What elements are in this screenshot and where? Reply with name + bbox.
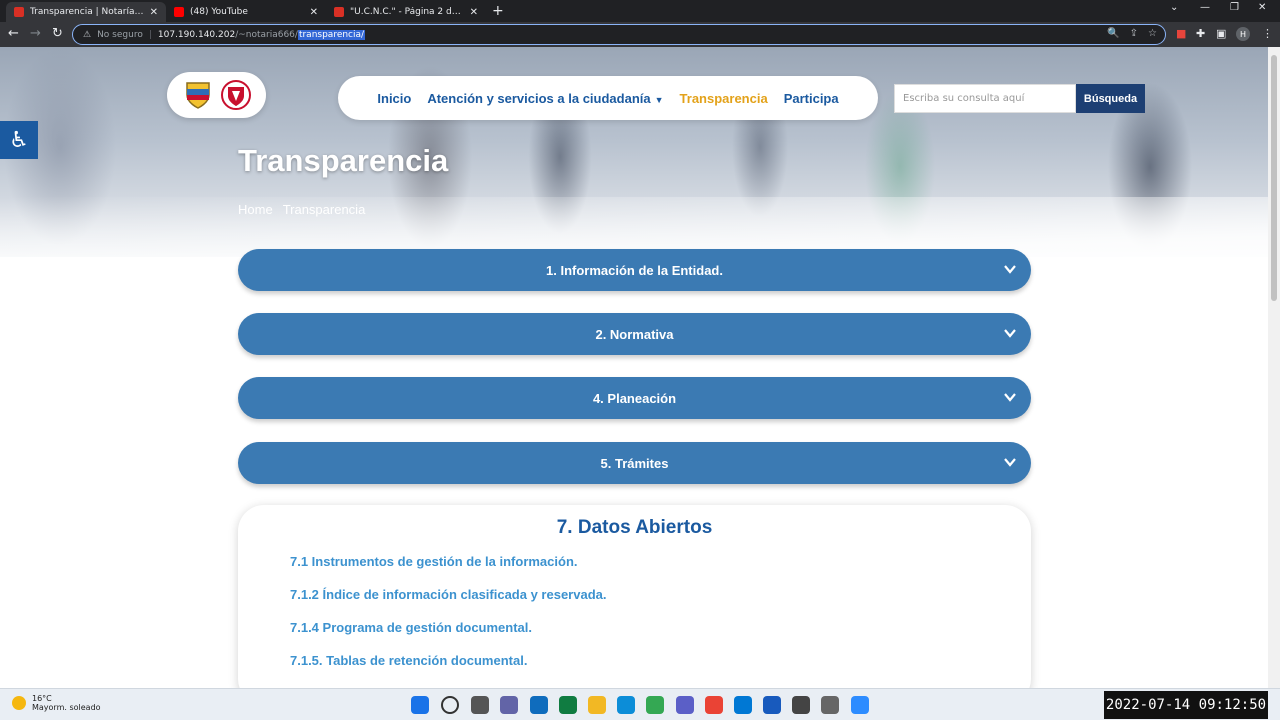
task-view-icon[interactable] [471,696,489,714]
start-icon[interactable] [411,696,429,714]
search-icon[interactable] [441,696,459,714]
notaria-favicon-icon [14,7,24,17]
accordion-tramites[interactable]: 5. Trámites [238,442,1031,484]
weather-widget[interactable]: 16°C Mayorm. soleado [12,694,101,712]
accordion-normativa[interactable]: 2. Normativa [238,313,1031,355]
divider: | [148,29,152,40]
zoom-icon[interactable]: 🔍 [1107,28,1119,39]
accordion-label: 4. Planeación [592,390,677,406]
edge-icon[interactable] [617,696,635,714]
accordion-informacion-entidad[interactable]: 1. Información de la Entidad. [238,249,1031,291]
extension-icon[interactable]: ■ [1176,27,1186,40]
search-input[interactable]: Escriba su consulta aquí [894,84,1076,113]
outlook-icon[interactable] [530,696,548,714]
weather-desc: Mayorm. soleado [32,703,101,712]
restore-icon[interactable]: ❐ [1230,2,1239,13]
link-instrumentos-gestion[interactable]: 7.1 Instrumentos de gestión de la inform… [290,554,578,569]
main-navigation: Inicio Atención y servicios a la ciudada… [338,76,878,120]
minimize-icon[interactable]: — [1200,2,1210,13]
card-title: 7. Datos Abiertos [556,517,713,538]
sun-icon [12,696,26,710]
chrome-profile-icon[interactable] [705,696,723,714]
url-path: /~notaria666/ [235,29,298,40]
nav-item-participa[interactable]: Participa [784,91,839,106]
reload-icon[interactable]: ↻ [52,26,63,41]
colombia-coat-of-arms-icon [185,82,210,109]
chevron-down-icon [1004,265,1016,274]
chrome-icon[interactable] [646,696,664,714]
nav-item-atencion[interactable]: Atención y servicios a la ciudadanía ▼ [427,91,663,106]
tab-search-icon[interactable]: ⌄ [1170,2,1178,13]
windows-taskbar: 16°C Mayorm. soleado 2022-07-14 09:12:50 [0,688,1280,720]
accessibility-wheelchair-icon[interactable]: ♿ [0,121,38,159]
zoom-app-icon[interactable] [851,696,869,714]
chevron-down-icon [1004,393,1016,402]
bookmark-star-icon[interactable]: ☆ [1148,28,1157,39]
tab-ucnc[interactable]: "U.C.N.C." - Página 2 de 410 - U ✕ [326,2,486,22]
close-icon[interactable]: ✕ [470,7,478,18]
window-close-icon[interactable]: ✕ [1258,2,1266,13]
back-icon[interactable]: ← [8,26,19,41]
breadcrumb-current: Transparencia [282,202,366,217]
link-indice-informacion[interactable]: 7.1.2 Índice de información clasificada … [290,587,606,602]
accordion-label: 5. Trámites [600,455,669,471]
timestamp-overlay: 2022-07-14 09:12:50 [1104,691,1268,719]
chevron-down-icon [1004,458,1016,467]
accordion-label: 2. Normativa [595,326,674,342]
close-icon[interactable]: ✕ [150,7,158,18]
accordion-planeacion[interactable]: 4. Planeación [238,377,1031,419]
weather-temp: 16°C [32,694,52,703]
youtube-favicon-icon [174,7,184,17]
photos-icon[interactable] [792,696,810,714]
file-explorer-icon[interactable] [588,696,606,714]
address-bar[interactable]: ⚠ No seguro | 107.190.140.202/~notaria66… [72,24,1166,45]
page-scrollbar[interactable] [1268,47,1280,688]
notepad-icon[interactable] [734,696,752,714]
browser-tab-bar: Transparencia | Notaría Demo ✕ (48) YouT… [0,0,1280,22]
tab-title: Transparencia | Notaría Demo [30,7,144,17]
warning-icon: ⚠ [83,29,92,40]
url-host: 107.190.140.202 [157,29,236,40]
sidebar-icon[interactable]: ▣ [1216,27,1226,40]
snipping-tool-icon[interactable] [821,696,839,714]
site-logos[interactable] [167,72,266,118]
new-tab-icon[interactable]: + [492,3,504,19]
breadcrumb-home[interactable]: Home [238,202,273,217]
notaria-logo-icon [220,80,251,110]
datos-abiertos-card: 7. Datos Abiertos 7.1 Instrumentos de ge… [238,505,1031,688]
nav-item-label: Atención y servicios a la ciudadanía [427,90,651,106]
accordion-label: 1. Información de la Entidad. [546,262,723,278]
menu-dots-icon[interactable]: ⋮ [1262,27,1273,40]
url-path-selected: transparencia/ [297,29,366,40]
caret-down-icon: ▼ [654,94,664,105]
page-viewport: Inicio Atención y servicios a la ciudada… [0,47,1268,688]
excel-icon[interactable] [559,696,577,714]
puzzle-icon[interactable]: ✚ [1196,27,1205,40]
link-tablas-retencion[interactable]: 7.1.5. Tablas de retención documental. [290,653,527,668]
nav-item-transparencia[interactable]: Transparencia [680,91,768,106]
page-title: Transparencia [238,143,449,178]
search-button[interactable]: Búsqueda [1076,84,1145,113]
nav-item-inicio[interactable]: Inicio [377,91,411,106]
browser-toolbar: ← → ↻ ⚠ No seguro | 107.190.140.202/~not… [0,22,1280,47]
link-programa-gestion[interactable]: 7.1.4 Programa de gestión documental. [290,620,532,635]
scrollbar-thumb[interactable] [1271,55,1277,301]
share-icon[interactable]: ⇪ [1130,28,1138,39]
chat-icon[interactable] [500,696,518,714]
tab-transparencia[interactable]: Transparencia | Notaría Demo ✕ [6,2,166,22]
word-icon[interactable] [763,696,781,714]
tab-title: (48) YouTube [190,7,248,17]
security-label: No seguro [97,29,143,40]
teams-icon[interactable] [676,696,694,714]
tab-title: "U.C.N.C." - Página 2 de 410 - U [350,7,464,17]
profile-avatar[interactable]: H [1236,27,1250,41]
close-icon[interactable]: ✕ [310,7,318,18]
breadcrumb: Home Transparencia [238,202,365,217]
chevron-down-icon [1004,329,1016,338]
tab-youtube[interactable]: (48) YouTube ✕ [166,2,326,22]
forward-icon[interactable]: → [30,26,41,41]
notaria-favicon-icon [334,7,344,17]
